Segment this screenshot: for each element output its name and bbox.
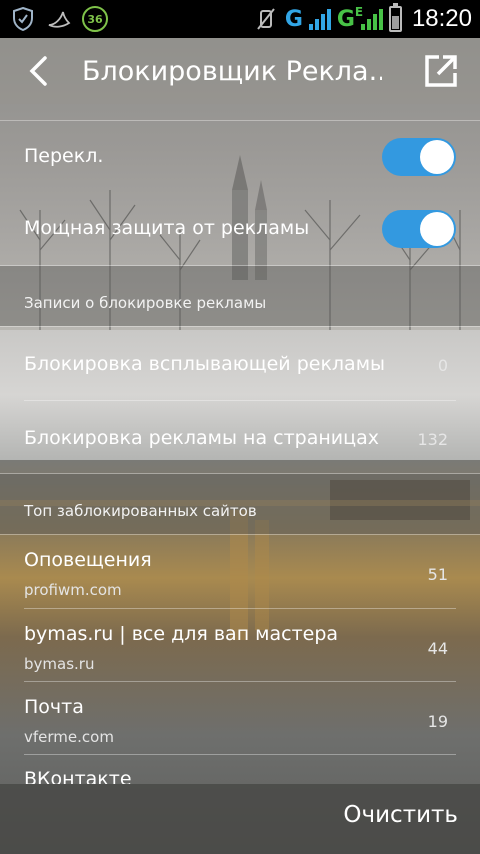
strong-protection-label: Мощная защита от рекламы [24, 217, 310, 239]
network-ge-e: E [354, 4, 364, 19]
back-button[interactable] [8, 38, 68, 104]
site-row[interactable]: Почта vferme.com 19 [0, 682, 480, 754]
network-ge-label: G E [336, 5, 363, 32]
toggle-row-strong-protection[interactable]: Мощная защита от рекламы [0, 193, 480, 265]
vibrate-off-icon [253, 6, 279, 32]
popup-block-label: Блокировка всплывающей рекламы [24, 353, 386, 375]
popup-block-count: 0 [437, 356, 448, 375]
top-sites-section-header: Топ заблокированных сайтов [0, 474, 480, 534]
bottom-bar: Очистить [0, 784, 480, 854]
site-title: Оповещения [24, 549, 152, 571]
action-bar: Блокировщик Рекла... [0, 38, 480, 104]
page-block-label: Блокировка рекламы на страницах [24, 427, 379, 449]
site-title: bymas.ru | все для вап мастера [24, 623, 339, 645]
settings-list: Перекл. Мощная защита от рекламы Записи … [0, 104, 480, 784]
site-url: profiwm.com [24, 581, 122, 599]
list-item-page-block[interactable]: Блокировка рекламы на страницах 132 [0, 401, 480, 473]
back-arrow-icon [29, 56, 47, 86]
shield-icon [10, 6, 36, 32]
site-title: Почта [24, 696, 84, 718]
status-clock: 18:20 [411, 5, 472, 32]
site-count: 19 [427, 712, 448, 731]
site-url: bymas.ru [24, 655, 95, 673]
top-sites-section-title: Топ заблокированных сайтов [24, 502, 257, 520]
toggle-switch-label: Перекл. [24, 145, 104, 167]
toggle-knob [420, 212, 454, 246]
records-section-header: Записи о блокировке рекламы [0, 266, 480, 326]
site-url: vferme.com [24, 728, 114, 746]
strong-protection-toggle[interactable] [382, 210, 456, 248]
battery-charging-icon [388, 3, 402, 32]
page-block-count: 132 [417, 430, 448, 449]
records-section-title: Записи о блокировке рекламы [24, 294, 267, 312]
list-item-popup-block[interactable]: Блокировка всплывающей рекламы 0 [0, 327, 480, 400]
open-external-button[interactable] [420, 50, 462, 92]
badge-36-icon: 36 [82, 6, 108, 32]
signal-ge-icon [360, 8, 383, 30]
site-title: ВКонтакте [24, 768, 132, 784]
open-external-icon [425, 55, 457, 87]
site-count: 44 [427, 639, 448, 658]
network-g-label: G [284, 6, 303, 32]
site-row[interactable]: Оповещения profiwm.com 51 [0, 535, 480, 608]
toggle-row-switch[interactable]: Перекл. [0, 121, 480, 193]
site-row[interactable]: ВКонтакте [0, 755, 480, 784]
signal-g-icon [308, 8, 331, 30]
site-row[interactable]: bymas.ru | все для вап мастера bymas.ru … [0, 609, 480, 681]
badge-36-text: 36 [82, 6, 108, 32]
status-bar: 36 G G E 18:20 [0, 0, 480, 38]
site-count: 51 [427, 565, 448, 584]
swoosh-icon [46, 6, 72, 32]
switch-toggle[interactable] [382, 138, 456, 176]
toggle-knob [420, 140, 454, 174]
network-ge-g: G [336, 6, 355, 32]
page-title: Блокировщик Рекла... [82, 55, 382, 87]
clear-button[interactable]: Очистить [343, 802, 458, 828]
